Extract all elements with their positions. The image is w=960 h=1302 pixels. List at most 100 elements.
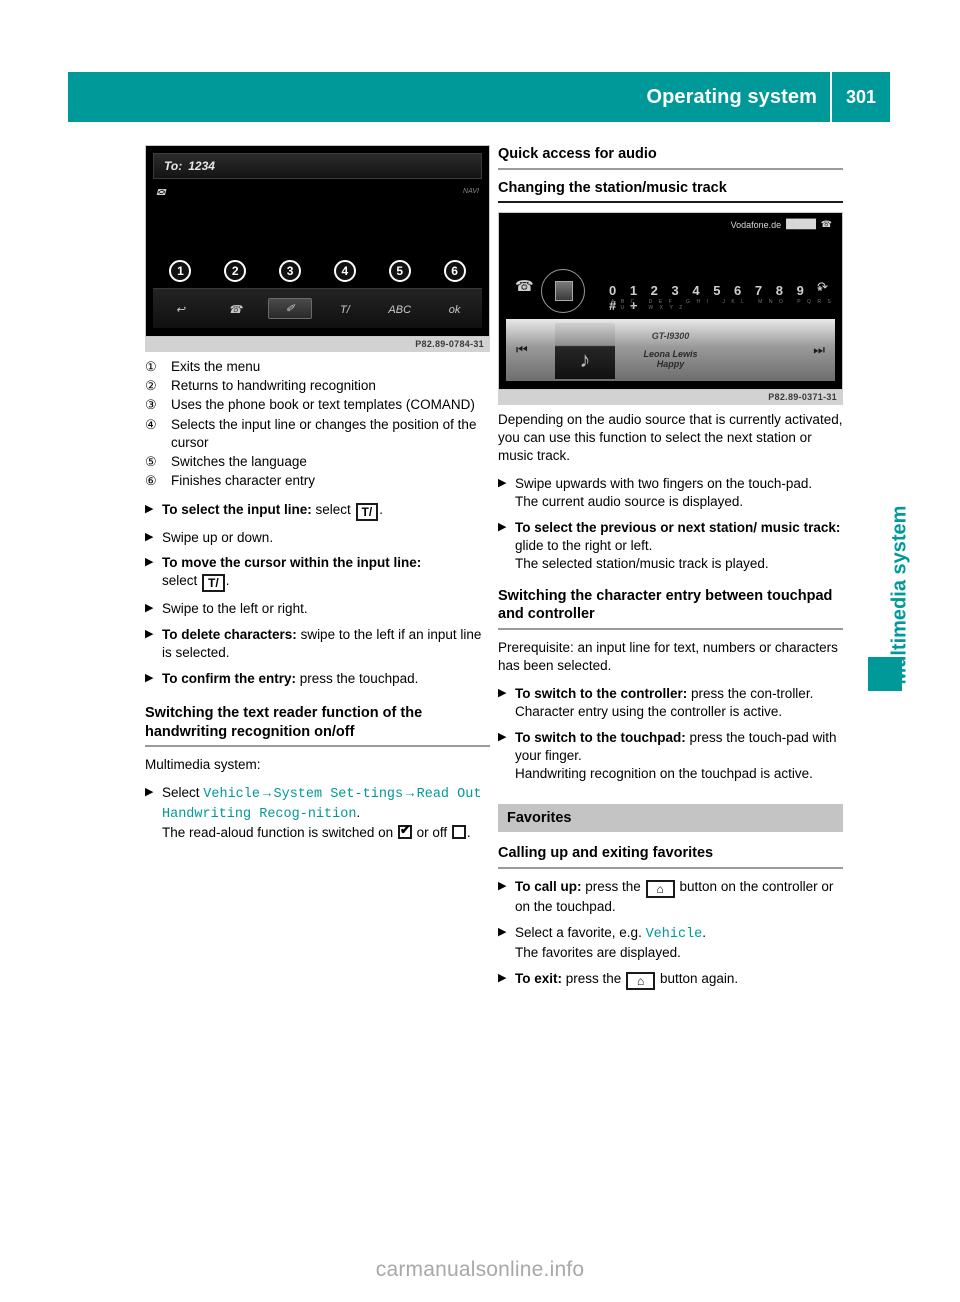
heading-rule — [498, 201, 843, 204]
legend-text: Selects the input line or changes the po… — [171, 416, 477, 450]
bullet-marker: ▶ — [145, 786, 154, 799]
step-swipe-updown: ▶ Swipe up or down. — [145, 529, 490, 547]
heading-rule — [498, 867, 843, 870]
callout-6: 6 — [427, 260, 482, 286]
toolbar-back-icon: ↩ — [175, 303, 186, 316]
step-label: To confirm the entry: — [162, 671, 297, 687]
path-arrow: → — [403, 785, 417, 801]
heading-quick-access: Quick access for audio — [498, 146, 657, 162]
bullet-marker: ▶ — [498, 686, 507, 699]
keypad-letters: ABC DEF GHI JKL MNO PQRS TUV WXYZ — [611, 299, 838, 312]
bullet-marker: ▶ — [145, 502, 154, 515]
envelope-icon: ✉ — [156, 187, 166, 199]
step-tail: . — [225, 573, 230, 589]
result-prefix: The read-aloud function is switched on — [162, 825, 397, 841]
figure-audio-quick-access: Vodafone.de ▉▉▉▉▉ ☎ ☎ 0 1 2 3 4 5 6 7 8 … — [498, 212, 843, 406]
input-line-bar: To: 1234 — [153, 153, 482, 179]
step-label: To exit: — [515, 970, 562, 986]
step-result: Handwriting recognition on the touchpad … — [515, 765, 813, 781]
toolbar-language-icon: ABC — [388, 303, 412, 316]
step-swipe-leftright: ▶ Swipe to the left or right. — [145, 600, 490, 618]
step-call-up-favorites: ▶ To call up: press the ⌂ button on the … — [498, 878, 843, 916]
callout-row: 1 2 3 4 5 6 — [153, 260, 482, 286]
heading-rule — [498, 167, 843, 170]
step-label: To switch to the controller: — [515, 685, 688, 701]
legend-marker: ③ — [145, 397, 157, 413]
step-result: The current audio source is displayed. — [515, 493, 744, 509]
bullet-marker: ▶ — [145, 628, 154, 641]
legend-marker: ② — [145, 378, 157, 394]
bullet-marker: ▶ — [145, 672, 154, 685]
changing-station-body: Depending on the audio source that is cu… — [498, 412, 843, 463]
callout-1: 1 — [153, 260, 208, 286]
step-tail: button again. — [656, 970, 739, 986]
legend-marker: ① — [145, 359, 157, 374]
checkbox-checked-icon — [397, 823, 412, 840]
step-label: To select the previous or next station/ … — [515, 519, 841, 535]
step-label: To delete characters: — [162, 627, 297, 643]
call-icon: ☎ — [515, 278, 534, 296]
step-switch-to-controller: ▶ To switch to the controller: press the… — [498, 685, 843, 721]
figure-handwriting-entry: To: 1234 ✉ NAVI 1 2 3 4 5 6 ↩ ☎ ✐ T/ ABC… — [145, 145, 490, 352]
step-move-cursor: ▶ To move the cursor within the input li… — [145, 554, 490, 593]
toolbar-phonebook-icon: ☎ — [228, 303, 243, 316]
legend-text: Uses the phone book or text templates (C… — [171, 397, 475, 413]
legend-marker: ⑤ — [145, 454, 157, 470]
navi-label: NAVI — [463, 188, 479, 195]
status-bar: Vodafone.de ▉▉▉▉▉ ☎ — [731, 219, 832, 230]
step-label: To select the input line: — [162, 501, 312, 517]
legend-text: Exits the menu — [171, 359, 261, 374]
step-confirm-entry: ▶ To confirm the entry: press the touchp… — [145, 670, 490, 688]
hangup-icon: ↷ — [817, 279, 828, 295]
legend-item: ④ Selects the input line or changes the … — [145, 416, 490, 452]
home-icon: ⌂ — [645, 880, 675, 899]
input-line-icon: T/ — [355, 502, 379, 521]
step-result: The selected station/music track is play… — [515, 555, 769, 571]
input-line-icon: T/ — [202, 574, 225, 593]
right-column: Quick access for audio Changing the stat… — [498, 145, 843, 998]
legend-item: ⑥ Finishes character entry — [145, 472, 490, 490]
step-text: press the con‑troller. — [687, 685, 814, 701]
step-select-prev-next: ▶ To select the previous or next station… — [498, 519, 843, 573]
bullet-marker: ▶ — [498, 971, 507, 984]
step-text: Swipe up or down. — [162, 529, 274, 545]
music-note-icon: ♪ — [579, 347, 591, 373]
heading-rule — [498, 627, 843, 630]
skip-forward-icon: ⏭ — [813, 342, 825, 358]
callout-5: 5 — [372, 260, 427, 286]
callout-2: 2 — [208, 260, 263, 286]
screen-toolbar: ↩ ☎ ✐ T/ ABC ok — [153, 288, 482, 328]
toolbar-ok-icon: ok — [448, 303, 461, 316]
signal-bars-icon: ▉▉▉▉▉ — [786, 219, 817, 230]
step-text: Select a favorite, e.g. — [515, 924, 646, 940]
step-text: glide to the right or left. — [515, 537, 653, 553]
page-number: 301 — [845, 86, 877, 107]
legend-item: ① Exits the menu — [145, 358, 490, 376]
step-text: press the — [562, 970, 626, 986]
checkbox-unchecked-icon — [451, 825, 466, 840]
menu-path-1: Vehicle — [203, 787, 260, 803]
legend-marker: ⑥ — [145, 473, 157, 489]
step-text: select — [162, 573, 202, 589]
side-tab-marker — [868, 657, 902, 691]
step-select-menu-path: ▶ Select Vehicle→System Set‑tings→Read O… — [145, 784, 490, 842]
carrier-label: Vodafone.de — [730, 219, 782, 230]
figure-caption-code: P82.89-0371-31 — [498, 390, 843, 406]
bullet-marker: ▶ — [145, 530, 154, 543]
bullet-marker: ▶ — [498, 476, 507, 489]
path-arrow: → — [260, 785, 274, 801]
legend-marker: ④ — [145, 416, 157, 432]
page-header: Operating system 301 — [68, 72, 890, 122]
legend-item: ③ Uses the phone book or text templates … — [145, 396, 490, 414]
bullet-marker: ▶ — [145, 602, 154, 615]
step-text: press the — [581, 879, 645, 895]
step-select-favorite: ▶ Select a favorite, e.g. Vehicle. The fa… — [498, 924, 843, 962]
legend-item: ⑤ Switches the language — [145, 453, 490, 471]
heading-calling-up-favorites: Calling up and exiting favorites — [498, 845, 714, 862]
step-tail: . — [379, 501, 383, 517]
page-title: Operating system — [646, 85, 817, 108]
to-label: To: — [164, 159, 183, 173]
figure-legend: ① Exits the menu ② Returns to handwritin… — [145, 358, 490, 491]
step-switch-to-touchpad: ▶ To switch to the touchpad: press the t… — [498, 729, 843, 783]
side-tab-label: Multimedia system — [888, 505, 911, 685]
